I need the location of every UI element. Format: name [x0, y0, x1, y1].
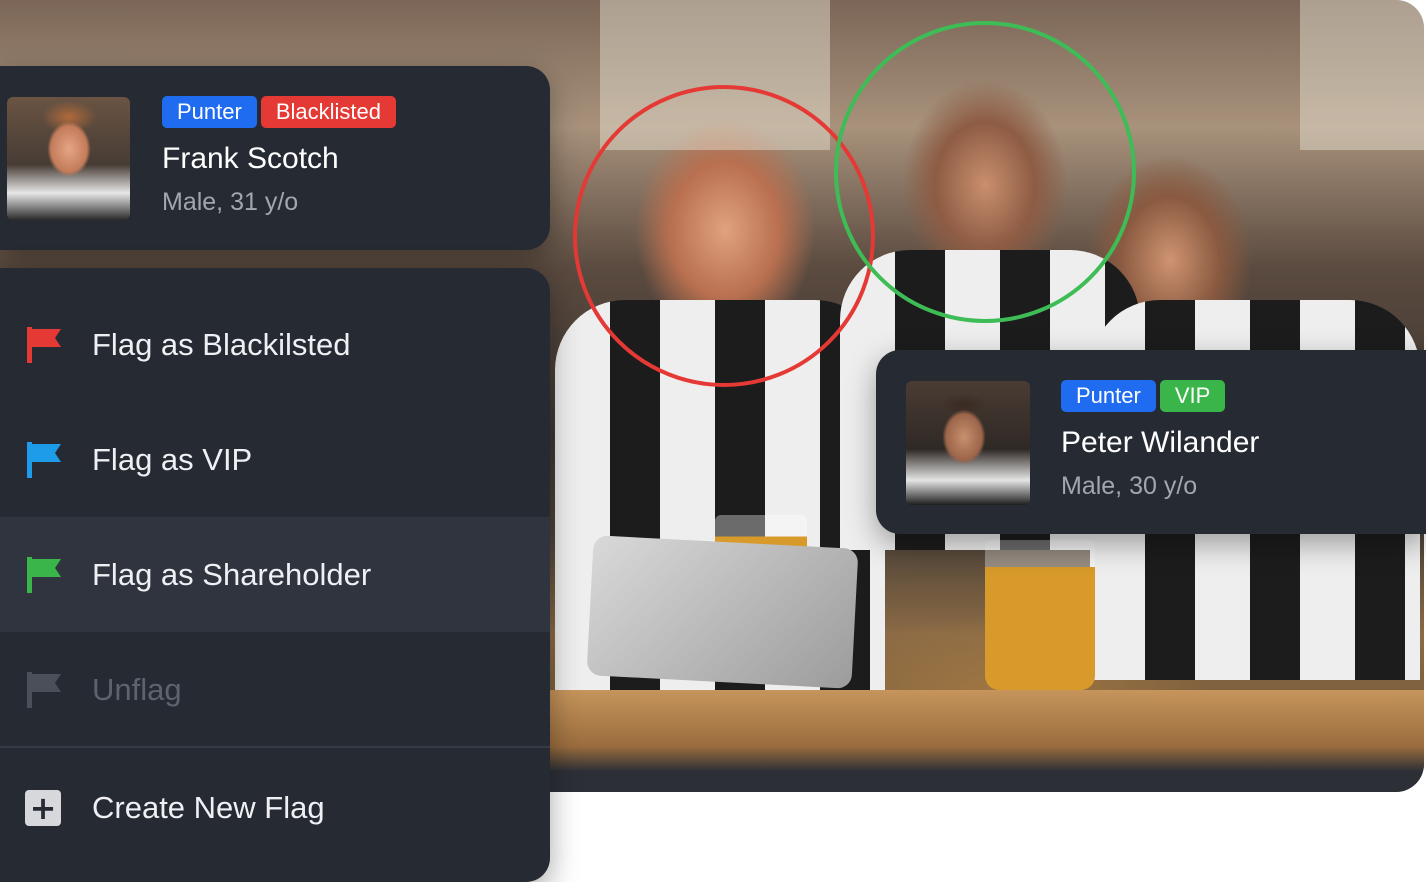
face-ring-vip[interactable]	[834, 21, 1136, 323]
menu-item-create-flag[interactable]: + Create New Flag	[0, 750, 550, 865]
punter-badge: Punter	[1061, 380, 1156, 412]
menu-item-label: Flag as Blackilsted	[92, 326, 351, 362]
badge-group: Punter Blacklisted	[162, 96, 396, 128]
person-meta: Male, 31 y/o	[162, 188, 299, 216]
flag-menu: Flag as Blackilsted Flag as VIP Flag as …	[0, 268, 550, 882]
menu-item-label: Flag as VIP	[92, 441, 253, 477]
bar-table	[550, 690, 1424, 792]
profile-card-peter[interactable]: Punter VIP Peter Wilander Male, 30 y/o	[876, 350, 1426, 534]
person-name: Frank Scotch	[162, 142, 339, 175]
beer-glass	[985, 540, 1095, 690]
blue-flag-icon	[27, 441, 61, 478]
menu-item-label: Create New Flag	[92, 789, 325, 825]
gray-flag-icon	[27, 671, 61, 708]
avatar	[906, 381, 1030, 505]
profile-card-frank[interactable]: Punter Blacklisted Frank Scotch Male, 31…	[0, 66, 550, 250]
face-ring-blacklisted[interactable]	[573, 85, 875, 387]
menu-item-label: Flag as Shareholder	[92, 556, 372, 592]
green-flag-icon	[27, 556, 61, 593]
menu-item-flag-shareholder[interactable]: Flag as Shareholder	[0, 517, 550, 632]
blacklisted-badge: Blacklisted	[260, 96, 396, 128]
person-meta: Male, 30 y/o	[1061, 472, 1198, 500]
menu-item-flag-blacklisted[interactable]: Flag as Blackilsted	[0, 287, 550, 402]
tablet	[586, 535, 859, 689]
menu-item-label: Unflag	[92, 671, 182, 707]
window-light	[1300, 0, 1424, 150]
badge-group: Punter VIP	[1061, 380, 1226, 412]
avatar	[7, 97, 130, 220]
menu-divider	[0, 746, 550, 748]
plus-icon: +	[25, 789, 61, 826]
vip-badge: VIP	[1159, 380, 1226, 412]
red-flag-icon	[27, 326, 61, 363]
punter-badge: Punter	[162, 96, 257, 128]
menu-item-unflag[interactable]: Unflag	[0, 632, 550, 747]
person-name: Peter Wilander	[1061, 426, 1260, 459]
menu-item-flag-vip[interactable]: Flag as VIP	[0, 402, 550, 517]
